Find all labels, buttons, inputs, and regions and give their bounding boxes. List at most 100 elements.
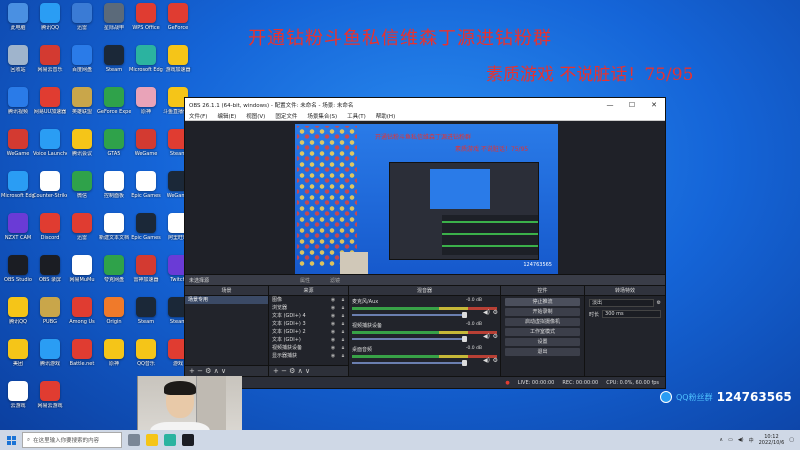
menu-profile[interactable]: 固定文件 xyxy=(275,112,297,120)
network-icon[interactable]: ▭ xyxy=(728,437,733,443)
desktop-icon[interactable]: GeForce xyxy=(162,3,194,45)
volume-slider[interactable] xyxy=(352,336,468,342)
task-view-icon[interactable] xyxy=(128,434,140,446)
source-item[interactable]: 文本 (GDI+) 4 ◉ 🔒︎ xyxy=(269,312,348,320)
desktop-icon[interactable]: 腾讯会议 xyxy=(66,129,98,171)
lock-icon[interactable]: 🔒︎ xyxy=(338,304,348,312)
obs-titlebar[interactable]: OBS 26.1.1 (64-bit, windows) - 配置文件: 未命名… xyxy=(185,98,665,111)
visibility-eye-icon[interactable]: ◉ xyxy=(328,320,338,328)
transition-gear-icon[interactable]: ⚙ xyxy=(657,300,661,306)
duration-input[interactable]: 300 ms xyxy=(602,310,661,318)
desktop-icon[interactable]: Epic Games xyxy=(130,171,162,213)
desktop-icon[interactable]: 夸克网盘 xyxy=(98,255,130,297)
desktop-icon[interactable]: 原神 xyxy=(98,339,130,381)
source-item[interactable]: 文本 (GDI+) 3 ◉ 🔒︎ xyxy=(269,320,348,328)
lock-icon[interactable]: 🔒︎ xyxy=(338,296,348,304)
lock-icon[interactable]: 🔒︎ xyxy=(338,312,348,320)
scene-item[interactable]: 场景专用 xyxy=(185,296,268,304)
desktop-icon[interactable]: 雷神加速器 xyxy=(130,255,162,297)
desktop-icon[interactable]: NZXT CAM xyxy=(2,213,34,255)
desktop-icon[interactable]: 回收站 xyxy=(2,45,34,87)
desktop-icon[interactable]: 腾讯QQ xyxy=(34,3,66,45)
studio-mode-button[interactable]: 工作室模式 xyxy=(505,328,580,336)
maximize-button[interactable]: ☐ xyxy=(621,101,643,109)
start-recording-button[interactable]: 开始录制 xyxy=(505,308,580,316)
desktop-icon[interactable]: WPS Office xyxy=(130,3,162,45)
settings-button[interactable]: 设置 xyxy=(505,338,580,346)
desktop-icon[interactable]: 英雄联盟 xyxy=(66,87,98,129)
desktop-icon[interactable]: Steam xyxy=(130,297,162,339)
desktop-icon[interactable]: OBS Studio xyxy=(2,255,34,297)
start-button[interactable] xyxy=(0,430,22,450)
desktop-icon[interactable]: Battle.net xyxy=(66,339,98,381)
menu-edit[interactable]: 编辑(E) xyxy=(217,112,236,120)
source-item[interactable]: 文本 (GDI+) 2 ◉ 🔒︎ xyxy=(269,328,348,336)
stream-preview[interactable]: 开通钻粉斗鱼私信维森丁源进钻粉群 素质游戏 不说脏话！75/95 1247635… xyxy=(295,124,558,274)
desktop-icon[interactable]: Counter-Strike xyxy=(33,171,67,213)
visibility-eye-icon[interactable]: ◉ xyxy=(328,344,338,352)
desktop-icon[interactable]: 游戏加速器 xyxy=(162,45,194,87)
desktop-icon[interactable]: 星际战甲 xyxy=(98,3,130,45)
desktop-icon[interactable]: 腾讯视频 xyxy=(2,87,34,129)
desktop-icon[interactable]: Steam xyxy=(98,45,130,87)
volume-icon[interactable]: ◀) xyxy=(738,437,744,443)
desktop-icon[interactable]: 网易MuMu xyxy=(66,255,98,297)
desktop-icon[interactable]: 迅雷 xyxy=(66,213,98,255)
menu-file[interactable]: 文件(F) xyxy=(189,112,207,120)
desktop-icon[interactable]: Origin xyxy=(98,297,130,339)
volume-slider[interactable] xyxy=(352,312,468,318)
desktop-icon[interactable]: WeGame xyxy=(2,129,34,171)
close-button[interactable]: ✕ xyxy=(643,101,665,109)
desktop-icon[interactable]: QQ音乐 xyxy=(130,339,162,381)
speaker-icon[interactable]: ◀) xyxy=(483,357,490,364)
file-explorer-icon[interactable] xyxy=(146,434,158,446)
speaker-icon[interactable]: ◀) xyxy=(483,309,490,316)
start-virtual-camera-button[interactable]: 启动虚拟摄像机 xyxy=(505,318,580,326)
gear-icon[interactable]: ⚙ xyxy=(493,309,498,316)
desktop-icon[interactable]: Voice Launcher xyxy=(33,129,67,171)
desktop-icon[interactable]: Discord xyxy=(34,213,66,255)
visibility-eye-icon[interactable]: ◉ xyxy=(328,304,338,312)
desktop-icon[interactable]: Among Us xyxy=(66,297,98,339)
tray-arrow-icon[interactable]: ∧ xyxy=(719,437,723,443)
desktop-icon[interactable]: 百度网盘 xyxy=(66,45,98,87)
gear-icon[interactable]: ⚙ xyxy=(493,333,498,340)
source-item[interactable]: 文本 (GDI+) ◉ 🔒︎ xyxy=(269,336,348,344)
taskbar-search[interactable]: ⌕ 在这里输入你要搜索的内容 xyxy=(22,432,122,448)
visibility-eye-icon[interactable]: ◉ xyxy=(328,296,338,304)
menu-tools[interactable]: 工具(T) xyxy=(347,112,366,120)
lock-icon[interactable]: 🔒︎ xyxy=(338,328,348,336)
obs-taskbar-icon[interactable] xyxy=(182,434,194,446)
visibility-eye-icon[interactable]: ◉ xyxy=(328,352,338,360)
menu-help[interactable]: 帮助(H) xyxy=(376,112,395,120)
sources-toolbar[interactable]: + − ⚙ ∧ ∨ xyxy=(269,365,348,376)
source-item[interactable]: 浏览器 ◉ 🔒︎ xyxy=(269,304,348,312)
gear-icon[interactable]: ⚙ xyxy=(493,357,498,364)
desktop-icon[interactable]: 云游戏 xyxy=(2,381,34,423)
desktop-icon[interactable]: Microsoft Edge xyxy=(1,171,35,213)
desktop-icon[interactable]: 迅雷 xyxy=(66,3,98,45)
speaker-icon[interactable]: ◀) xyxy=(483,333,490,340)
desktop-icon[interactable]: 此电脑 xyxy=(2,3,34,45)
source-item[interactable]: 显示器捕获 ◉ 🔒︎ xyxy=(269,352,348,360)
desktop-icon[interactable]: Epic Games xyxy=(130,213,162,255)
desktop-icon[interactable]: 新建文本文档 xyxy=(98,213,130,255)
clock[interactable]: 10:12 2022/10/6 xyxy=(759,434,785,446)
desktop-icon[interactable]: WeGame xyxy=(130,129,162,171)
scenes-toolbar[interactable]: + − ⚙ ∧ ∨ xyxy=(185,365,268,376)
desktop-icon[interactable]: OBS 录屏 xyxy=(34,255,66,297)
desktop-icon[interactable]: Microsoft Edge xyxy=(129,45,163,87)
properties-button[interactable]: 属性 xyxy=(300,277,310,284)
exit-button[interactable]: 退出 xyxy=(505,348,580,356)
desktop-icon[interactable]: 控制面板 xyxy=(98,171,130,213)
lock-icon[interactable]: 🔒︎ xyxy=(338,336,348,344)
desktop-icon[interactable]: 网易云游戏 xyxy=(34,381,66,423)
volume-slider[interactable] xyxy=(352,360,468,366)
language-indicator[interactable]: 中 xyxy=(749,437,754,444)
visibility-eye-icon[interactable]: ◉ xyxy=(328,328,338,336)
desktop-icon[interactable]: PUBG xyxy=(34,297,66,339)
desktop-icon[interactable]: GTA5 xyxy=(98,129,130,171)
menu-view[interactable]: 视图(V) xyxy=(246,112,265,120)
visibility-eye-icon[interactable]: ◉ xyxy=(328,312,338,320)
transition-select[interactable]: 淡出 xyxy=(589,299,654,307)
